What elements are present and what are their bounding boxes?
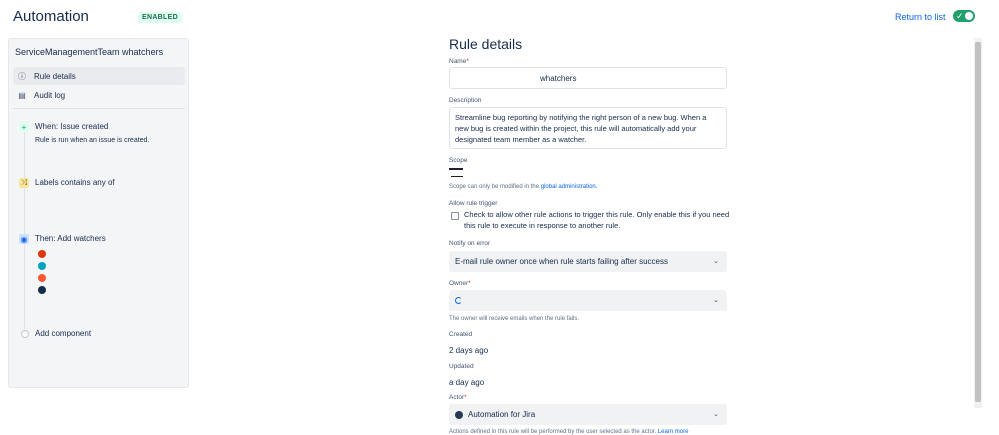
- rule-enabled-toggle[interactable]: ✓: [953, 10, 975, 22]
- name-label: Name*: [449, 58, 469, 65]
- name-field[interactable]: whatchers: [449, 67, 727, 89]
- allow-trigger-checkbox[interactable]: [451, 212, 459, 220]
- sidebar-item-rule-details[interactable]: ⓘ Rule details: [13, 67, 185, 85]
- eye-icon: ◉: [19, 234, 29, 244]
- updated-label: Updated: [449, 363, 474, 370]
- notify-value: E-mail rule owner once when rule starts …: [455, 257, 668, 266]
- trigger-component-subtitle: Rule is run when an issue is created.: [35, 137, 150, 144]
- owner-note: The owner will receive emails when the r…: [449, 316, 580, 322]
- scope-note: Scope can only be modified in the global…: [449, 184, 598, 190]
- sidebar-item-label: Audit log: [34, 90, 66, 100]
- learn-more-link[interactable]: Learn more: [658, 429, 689, 435]
- scope-label: Scope: [449, 157, 468, 164]
- owner-select[interactable]: ⌄: [449, 290, 727, 311]
- created-value: 2 days ago: [449, 346, 489, 355]
- allow-trigger-description: Check to allow other rule actions to tri…: [464, 210, 730, 230]
- chevron-down-icon: ⌄: [713, 258, 719, 265]
- scope-value-line: [451, 176, 463, 177]
- actor-value: Automation for Jira: [468, 410, 536, 419]
- name-value: whatchers: [540, 74, 577, 83]
- chevron-down-icon: ⌄: [713, 411, 719, 418]
- actor-label: Actor*: [449, 394, 467, 401]
- action-component-title[interactable]: Then: Add watchers: [35, 234, 106, 243]
- rule-name-heading: ServiceManagementTeam whatchers: [15, 47, 164, 57]
- checkmark-icon: ✓: [956, 11, 964, 21]
- allow-trigger-label: Allow rule trigger: [449, 200, 498, 207]
- sidebar-item-audit-log[interactable]: ▤ Audit log: [13, 86, 185, 104]
- section-title: Rule details: [449, 36, 523, 52]
- updated-value: a day ago: [449, 378, 485, 387]
- notify-label: Notify on error: [449, 240, 491, 247]
- scope-value: [449, 168, 463, 170]
- status-badge: ENABLED: [138, 12, 182, 23]
- document-icon: ▤: [18, 90, 26, 100]
- description-field[interactable]: Streamline bug reporting by notifying th…: [449, 107, 727, 149]
- actor-note: Actions defined in this rule will be per…: [449, 429, 689, 435]
- description-label: Description: [449, 97, 482, 104]
- return-to-list-link[interactable]: Return to list: [895, 12, 946, 22]
- shuffle-icon: ⤨: [19, 178, 29, 188]
- add-component-dot: [21, 330, 29, 338]
- rule-sidebar: ServiceManagementTeam whatchers ⓘ Rule d…: [8, 38, 189, 388]
- avatar: [38, 274, 46, 282]
- actor-select[interactable]: Automation for Jira ⌄: [449, 404, 727, 425]
- notify-on-error-select[interactable]: E-mail rule owner once when rule starts …: [449, 251, 727, 272]
- toggle-knob: [965, 12, 973, 20]
- owner-label: Owner*: [449, 280, 471, 287]
- avatar: [38, 286, 46, 294]
- page-title: Automation: [13, 8, 89, 25]
- info-icon: ⓘ: [18, 71, 26, 81]
- condition-component-title[interactable]: Labels contains any of: [35, 178, 115, 187]
- chevron-down-icon: ⌄: [713, 297, 719, 304]
- add-component-button[interactable]: Add component: [35, 329, 91, 338]
- rule-details-panel: Rule details Name* whatchers Description…: [449, 0, 739, 435]
- avatar: [38, 250, 46, 258]
- divider: [13, 108, 185, 109]
- trigger-component-title[interactable]: When: Issue created: [35, 122, 108, 131]
- avatar: [38, 262, 46, 270]
- global-administration-link[interactable]: global administration.: [541, 184, 598, 190]
- created-label: Created: [449, 331, 473, 338]
- automation-icon: [455, 410, 463, 419]
- scrollbar-thumb[interactable]: [975, 42, 981, 402]
- component-connector-line: [24, 131, 25, 329]
- loading-spinner-icon: [455, 297, 462, 305]
- sidebar-item-label: Rule details: [34, 71, 76, 81]
- plus-icon: +: [19, 122, 29, 132]
